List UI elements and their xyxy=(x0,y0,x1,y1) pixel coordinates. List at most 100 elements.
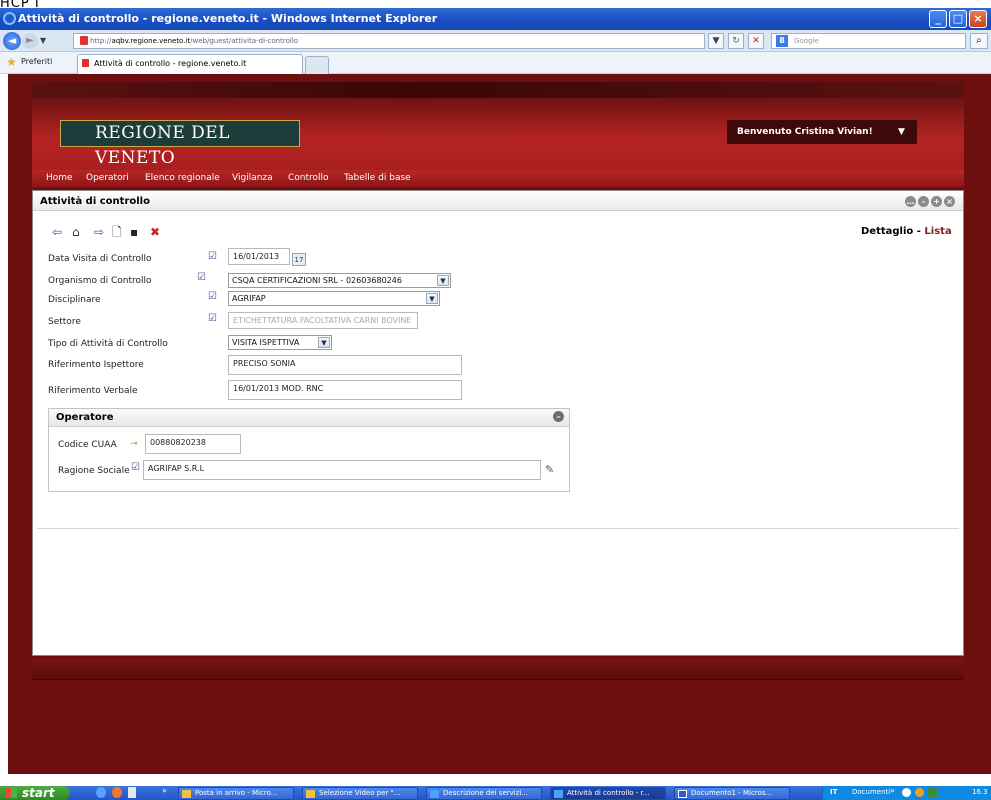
ie-quicklaunch-icon[interactable] xyxy=(96,787,106,798)
nav-item-home[interactable]: Home xyxy=(46,173,73,184)
nav-item-controllo[interactable]: Controllo xyxy=(288,173,329,184)
edit-check-icon: ☑ xyxy=(208,313,217,324)
tray-app-icon[interactable] xyxy=(928,788,937,797)
folder-icon xyxy=(306,790,315,798)
panel-options-button[interactable]: … xyxy=(905,196,916,207)
tray-app-icon[interactable] xyxy=(915,788,924,797)
ispettore-label: Riferimento Ispettore xyxy=(48,360,144,370)
tray-app-icon[interactable] xyxy=(902,788,911,797)
close-button[interactable]: × xyxy=(969,10,987,28)
edit-check-icon: ☑ xyxy=(197,272,206,283)
stop-button[interactable]: ✕ xyxy=(748,33,764,49)
welcome-menu[interactable]: Benvenuto Cristina Vivian! xyxy=(727,120,917,144)
desktop-quicklaunch-icon[interactable] xyxy=(128,787,136,798)
ispettore-input[interactable]: PRECISO SONIA xyxy=(228,355,462,375)
start-label: start xyxy=(22,786,55,800)
forward-arrow-icon[interactable]: ⇨ xyxy=(94,226,104,238)
top-fragment: HCP I xyxy=(0,0,40,8)
panel-minimize-button[interactable]: – xyxy=(918,196,929,207)
tab-label: Attività di controllo - regione.veneto.i… xyxy=(94,59,247,68)
chevron-down-icon[interactable]: ▼ xyxy=(437,275,449,286)
home-icon[interactable]: ⌂ xyxy=(72,226,80,238)
tipo-attivita-selected: VISITA ISPETTIVA xyxy=(232,338,300,347)
disciplinare-select[interactable]: AGRIFAP ▼ xyxy=(228,291,440,306)
firefox-quicklaunch-icon[interactable] xyxy=(112,787,122,798)
nav-item-tabelle-di-base[interactable]: Tabelle di base xyxy=(344,173,411,184)
taskbar-item[interactable]: Documento1 - Micros... xyxy=(674,787,790,800)
quicklaunch-expand-icon[interactable]: » xyxy=(162,786,167,795)
url-prefix: http:// xyxy=(90,37,112,45)
chevron-down-icon[interactable]: ▼ xyxy=(318,337,330,348)
taskbar-item-active[interactable]: Attività di controllo - r... xyxy=(550,787,666,800)
view-switch: Dettaglio - Lista xyxy=(861,226,952,237)
chevron-down-icon[interactable]: ▼ xyxy=(426,293,438,304)
cuaa-input[interactable]: 00880820238 xyxy=(145,434,241,454)
page-icon xyxy=(80,36,88,45)
ie-icon xyxy=(430,790,439,798)
taskbar-item[interactable]: Selezione Video per "... xyxy=(302,787,418,800)
clock: 16.3 xyxy=(972,788,988,796)
operatore-title: Operatore xyxy=(56,412,114,423)
taskbar-item-label: Attività di controllo - r... xyxy=(567,789,650,797)
delete-icon[interactable]: ✖ xyxy=(150,226,160,238)
taskbar-item-label: Documento1 - Micros... xyxy=(691,789,773,797)
organismo-label: Organismo di Controllo xyxy=(48,276,152,286)
key-icon: ⊸ xyxy=(130,439,138,449)
url-domain: aqbv.regione.veneto.it xyxy=(111,37,191,45)
organismo-select[interactable]: CSQA CERTIFICAZIONI SRL - 02603680246 ▼ xyxy=(228,273,451,288)
tray-expand-icon[interactable]: » xyxy=(890,786,895,795)
taskbar-item[interactable]: Posta in arrivo - Micro... xyxy=(178,787,294,800)
chevron-down-icon[interactable]: ▼ xyxy=(898,127,905,137)
taskbar-item-label: Posta in arrivo - Micro... xyxy=(195,789,278,797)
maximize-button[interactable]: □ xyxy=(949,10,967,28)
panel-header xyxy=(33,191,963,211)
window-title: Attività di controllo - regione.veneto.i… xyxy=(18,12,438,25)
disciplinare-label: Disciplinare xyxy=(48,295,101,305)
data-visita-input[interactable]: 16/01/2013 xyxy=(228,248,290,265)
save-icon[interactable]: ▪ xyxy=(130,226,138,238)
windows-flag-icon xyxy=(5,788,17,798)
settore-input[interactable]: ETICHETTATURA FACOLTATIVA CARNI BOVINE xyxy=(228,312,418,329)
refresh-button[interactable]: ↻ xyxy=(728,33,744,49)
google-icon: 8 xyxy=(776,35,788,47)
back-button[interactable]: ◄ xyxy=(3,32,21,50)
back-arrow-icon[interactable]: ⇦ xyxy=(52,226,62,238)
browser-tab[interactable]: Attività di controllo - regione.veneto.i… xyxy=(77,54,303,74)
panel-close-button[interactable]: × xyxy=(944,196,955,207)
nav-item-elenco-regionale[interactable]: Elenco regionale xyxy=(145,173,220,184)
taskbar-item[interactable]: Descrizione dei servizi... xyxy=(426,787,542,800)
panel-divider xyxy=(37,528,959,529)
new-document-icon[interactable]: 🗋 xyxy=(112,226,122,238)
tipo-attivita-select[interactable]: VISITA ISPETTIVA ▼ xyxy=(228,335,332,350)
verbale-input[interactable]: 16/01/2013 MOD. RNC xyxy=(228,380,462,400)
calendar-icon[interactable]: 17 xyxy=(292,253,306,266)
search-operatore-icon[interactable]: ✎ xyxy=(545,463,554,476)
taskbar-item-label: Descrizione dei servizi... xyxy=(443,789,529,797)
panel-maximize-button[interactable]: + xyxy=(931,196,942,207)
site-logo[interactable]: REGIONE DEL VENETO xyxy=(60,120,300,168)
collapse-icon[interactable]: – xyxy=(553,411,564,422)
tipo-attivita-label: Tipo di Attività di Controllo xyxy=(48,339,168,349)
favorites-star-icon[interactable]: ★ xyxy=(6,55,17,69)
favorites-label[interactable]: Preferiti xyxy=(21,57,52,66)
panel-title: Attività di controllo xyxy=(40,196,150,207)
ragione-sociale-input[interactable]: AGRIFAP S.R.L xyxy=(143,460,541,480)
history-dropdown-icon[interactable]: ▼ xyxy=(40,36,46,45)
address-input[interactable]: http://aqbv.regione.veneto.it/web/guest/… xyxy=(73,33,705,49)
new-tab-button[interactable] xyxy=(305,56,329,74)
language-indicator[interactable]: IT xyxy=(830,788,837,796)
address-dropdown-button[interactable]: ▼ xyxy=(708,33,724,49)
minimize-button[interactable]: _ xyxy=(929,10,947,28)
operatore-header xyxy=(49,409,569,427)
detail-link[interactable]: Dettaglio xyxy=(861,226,913,237)
forward-button[interactable]: ► xyxy=(22,33,38,49)
view-separator: - xyxy=(916,226,921,237)
search-button[interactable]: ⌕ xyxy=(970,33,988,49)
settore-label: Settore xyxy=(48,317,81,327)
tray-documents-label[interactable]: Documenti xyxy=(852,788,890,796)
search-placeholder: Google xyxy=(794,37,819,45)
nav-item-operatori[interactable]: Operatori xyxy=(86,173,129,184)
nav-item-vigilanza[interactable]: Vigilanza xyxy=(232,173,273,184)
search-input[interactable]: Google xyxy=(771,33,966,49)
list-link[interactable]: Lista xyxy=(924,226,951,237)
